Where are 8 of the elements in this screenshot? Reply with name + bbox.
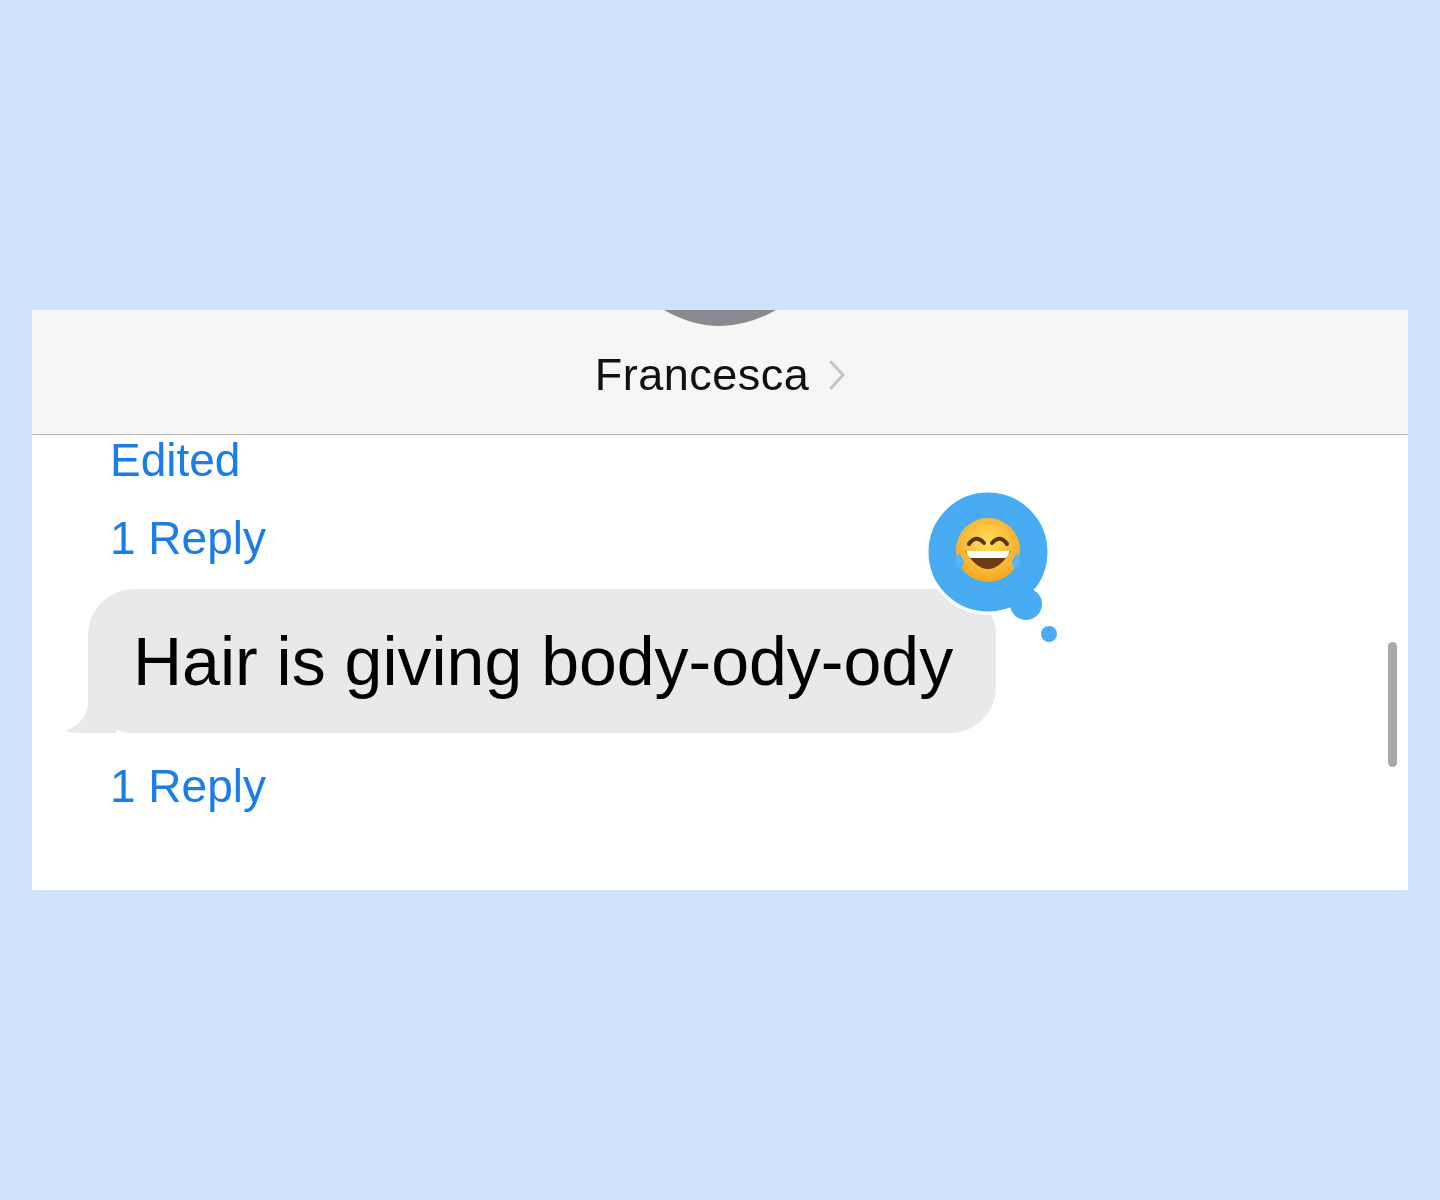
laughing-face-icon (955, 518, 1021, 582)
reply-count-link[interactable]: 1 Reply (110, 513, 266, 563)
edited-link[interactable]: Edited (110, 435, 241, 485)
contact-name-button[interactable]: Francesca (594, 349, 846, 401)
contact-avatar[interactable] (664, 310, 776, 326)
message-bubble[interactable]: Hair is giving body-ody-ody (66, 589, 997, 733)
reply-count-link[interactable]: 1 Reply (110, 761, 266, 811)
chevron-right-icon (829, 360, 846, 390)
